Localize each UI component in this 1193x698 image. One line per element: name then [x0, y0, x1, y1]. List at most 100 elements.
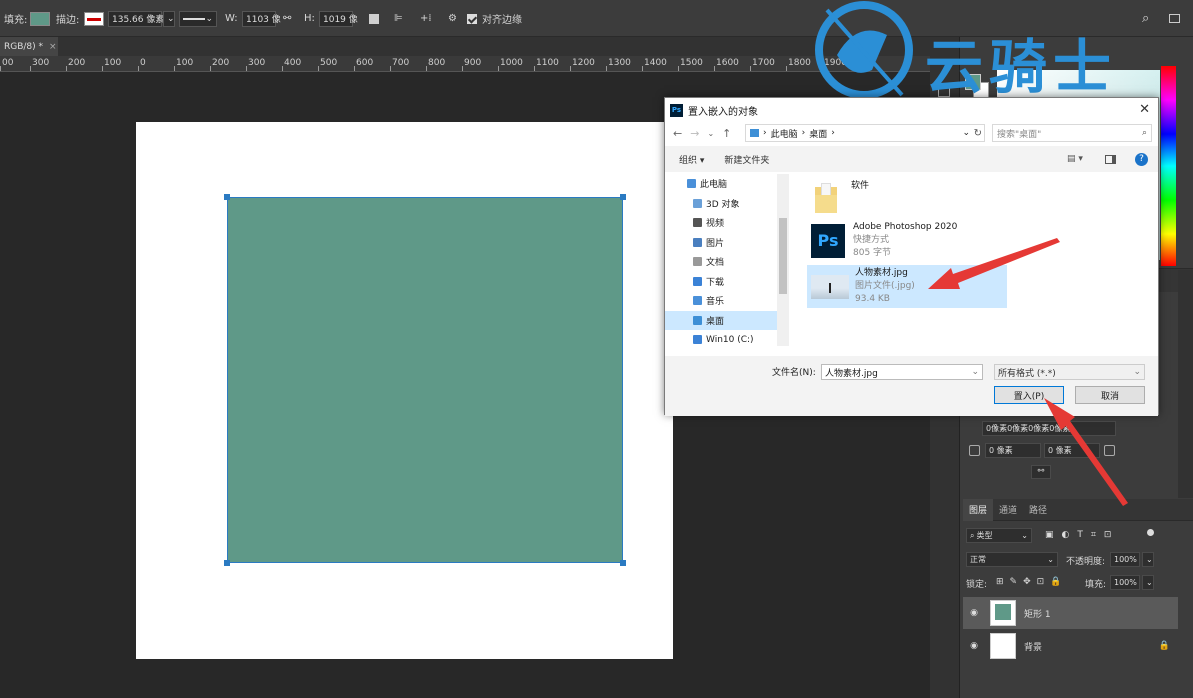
tab-channels[interactable]: 通道 — [993, 503, 1023, 516]
list-item[interactable]: 软件 — [807, 176, 1007, 219]
opacity-dropdown[interactable]: ⌄ — [1142, 552, 1154, 567]
forward-arrow-icon[interactable]: → — [690, 127, 699, 140]
layer-filter-icons[interactable]: ▣◐T⌗⊡ — [1045, 530, 1119, 540]
path-alignment-icon[interactable]: ⊫ — [394, 0, 403, 37]
place-button[interactable]: 置入(P) — [994, 386, 1064, 404]
back-arrow-icon[interactable]: ← — [673, 127, 682, 140]
tab-layers[interactable]: 图层 — [963, 498, 994, 521]
close-icon[interactable]: × — [49, 42, 57, 52]
corner-link-checkbox-2[interactable] — [1104, 445, 1115, 456]
filter-toggle[interactable] — [1147, 529, 1154, 536]
dialog-title: 置入嵌入的对象 — [688, 106, 758, 118]
rectangle-shape[interactable] — [227, 197, 623, 563]
filetype-value: 所有格式 (*.*) — [998, 368, 1056, 379]
layer-thumbnail — [990, 633, 1016, 659]
layer-row[interactable]: ◉ 矩形 1 — [963, 597, 1178, 629]
stroke-type-dropdown[interactable]: ⌄ — [179, 10, 217, 27]
align-edges-checkbox[interactable] — [467, 13, 477, 24]
up-arrow-icon[interactable]: ↑ — [722, 127, 731, 140]
link-corners-icon[interactable]: ⚯ — [1031, 465, 1051, 479]
layer-filter-dropdown[interactable]: ⌕ 类型 ⌄ — [966, 528, 1032, 543]
fill-swatch[interactable] — [30, 11, 50, 26]
opacity-field[interactable]: 100% — [1110, 552, 1140, 567]
nav-item[interactable]: 视频 — [665, 213, 777, 233]
document-tab[interactable]: RGB/8) * × — [0, 37, 58, 56]
path-arrangement-icon[interactable]: +⁞ — [420, 0, 432, 37]
fill-field[interactable]: 100% — [1110, 575, 1140, 590]
list-item[interactable]: 人物素材.jpg 图片文件(.jpg) 93.4 KB — [807, 265, 1007, 308]
lock-icons[interactable]: ⊞✎✥⊡🔒 — [996, 577, 1067, 587]
file-size: 805 字节 — [853, 248, 892, 258]
layer-row[interactable]: ◉ 背景 🔒 — [963, 630, 1178, 662]
stroke-swatch[interactable] — [84, 11, 104, 26]
organize-button[interactable]: 组织 ▾ — [679, 153, 704, 166]
transform-handle[interactable] — [224, 194, 230, 200]
videos-icon — [693, 218, 702, 228]
new-folder-button[interactable]: 新建文件夹 — [724, 153, 769, 166]
gear-icon[interactable]: ⚙ — [448, 0, 457, 37]
preview-pane-icon[interactable] — [1105, 154, 1116, 164]
corner-field-b[interactable]: 0 像素 — [1044, 443, 1100, 458]
stroke-width-dropdown[interactable]: ⌄ — [163, 10, 175, 27]
nav-item[interactable]: 下载 — [665, 272, 777, 292]
eye-icon[interactable]: ◉ — [967, 641, 981, 651]
refresh-icon[interactable]: ↻ — [974, 128, 982, 139]
address-row: ← → ⌄ ↑ › 此电脑 › 桌面 › ⌄ ↻ 搜索"桌面" ⌕ — [665, 122, 1158, 144]
breadcrumb-this-pc[interactable]: 此电脑 — [771, 127, 798, 140]
chevron-down-icon[interactable]: ⌄ — [962, 128, 970, 138]
address-bar[interactable]: › 此电脑 › 桌面 › ⌄ ↻ — [745, 124, 985, 142]
cancel-button[interactable]: 取消 — [1075, 386, 1145, 404]
corner-link-checkbox[interactable] — [969, 445, 980, 456]
filetype-select[interactable]: 所有格式 (*.*) ⌄ — [994, 364, 1145, 380]
close-icon[interactable]: ✕ — [1139, 102, 1150, 117]
fill-dropdown[interactable]: ⌄ — [1142, 575, 1154, 590]
nav-item[interactable]: 音乐 — [665, 291, 777, 311]
nav-item[interactable]: 此电脑 — [665, 174, 777, 194]
tab-paths[interactable]: 路径 — [1023, 503, 1053, 516]
transform-handle[interactable] — [224, 560, 230, 566]
scrollbar-thumb[interactable] — [779, 218, 787, 294]
link-icon[interactable]: ⚯ — [283, 0, 291, 37]
eye-icon[interactable]: ◉ — [967, 608, 981, 618]
nav-item-label: Win10 (C:) — [706, 334, 754, 345]
transform-handle[interactable] — [620, 560, 626, 566]
list-item[interactable]: Ps Adobe Photoshop 2020 快捷方式 805 字节 — [807, 219, 1007, 262]
nav-item[interactable]: 图片 — [665, 233, 777, 253]
stroke-width-field[interactable]: 135.66 像素 — [108, 10, 164, 27]
horizontal-ruler[interactable]: 00 300 200 100 0 100 200 300 400 500 600 700 800 900 1… — [0, 56, 930, 72]
recent-chevron-icon[interactable]: ⌄ — [707, 129, 714, 138]
width-field[interactable]: 1103 像 — [242, 10, 281, 27]
downloads-icon — [693, 276, 702, 286]
corner-field-a[interactable]: 0 像素 — [985, 443, 1041, 458]
path-operations-icon[interactable] — [369, 13, 379, 24]
blend-mode-value: 正常 — [970, 555, 986, 564]
nav-item[interactable]: 文档 — [665, 252, 777, 272]
height-field[interactable]: 1019 像 — [319, 10, 358, 27]
ruler-tick — [678, 66, 679, 71]
view-options-icon[interactable]: ▤ ▾ — [1067, 154, 1083, 164]
file-size: 93.4 KB — [855, 294, 890, 304]
document-tabbar: RGB/8) * × — [0, 37, 930, 56]
breadcrumb-desktop[interactable]: 桌面 — [809, 127, 827, 140]
filename-input[interactable]: 人物素材.jpg ⌄ — [821, 364, 983, 380]
ruler-tick — [0, 66, 1, 71]
ruler-tick-label: 700 — [392, 58, 410, 68]
blend-mode-dropdown[interactable]: 正常 ⌄ — [966, 552, 1058, 567]
ruler-tick — [282, 66, 283, 71]
ruler-tick — [102, 66, 103, 71]
nav-scrollbar[interactable] — [777, 174, 789, 346]
file-type: 图片文件(.jpg) — [855, 281, 915, 291]
filename-value: 人物素材.jpg — [825, 368, 878, 379]
chevron-down-icon[interactable]: ⌄ — [971, 367, 982, 377]
layers-panel-tabs: 图层 通道 路径 — [963, 498, 1193, 521]
transform-handle[interactable] — [620, 194, 626, 200]
help-icon[interactable]: ? — [1135, 152, 1148, 166]
search-input[interactable]: 搜索"桌面" ⌕ — [992, 124, 1152, 142]
nav-item[interactable]: 桌面 — [665, 310, 777, 330]
corner-radius-field[interactable]: 0像素0像素0像素0像素 — [982, 421, 1116, 436]
ruler-tick-label: 400 — [284, 58, 302, 68]
nav-item[interactable]: Win10 (C:) — [665, 330, 777, 346]
panel-scroll[interactable] — [1178, 270, 1193, 498]
nav-item[interactable]: 3D 对象 — [665, 194, 777, 214]
document-tab-title: RGB/8) * — [4, 41, 44, 52]
